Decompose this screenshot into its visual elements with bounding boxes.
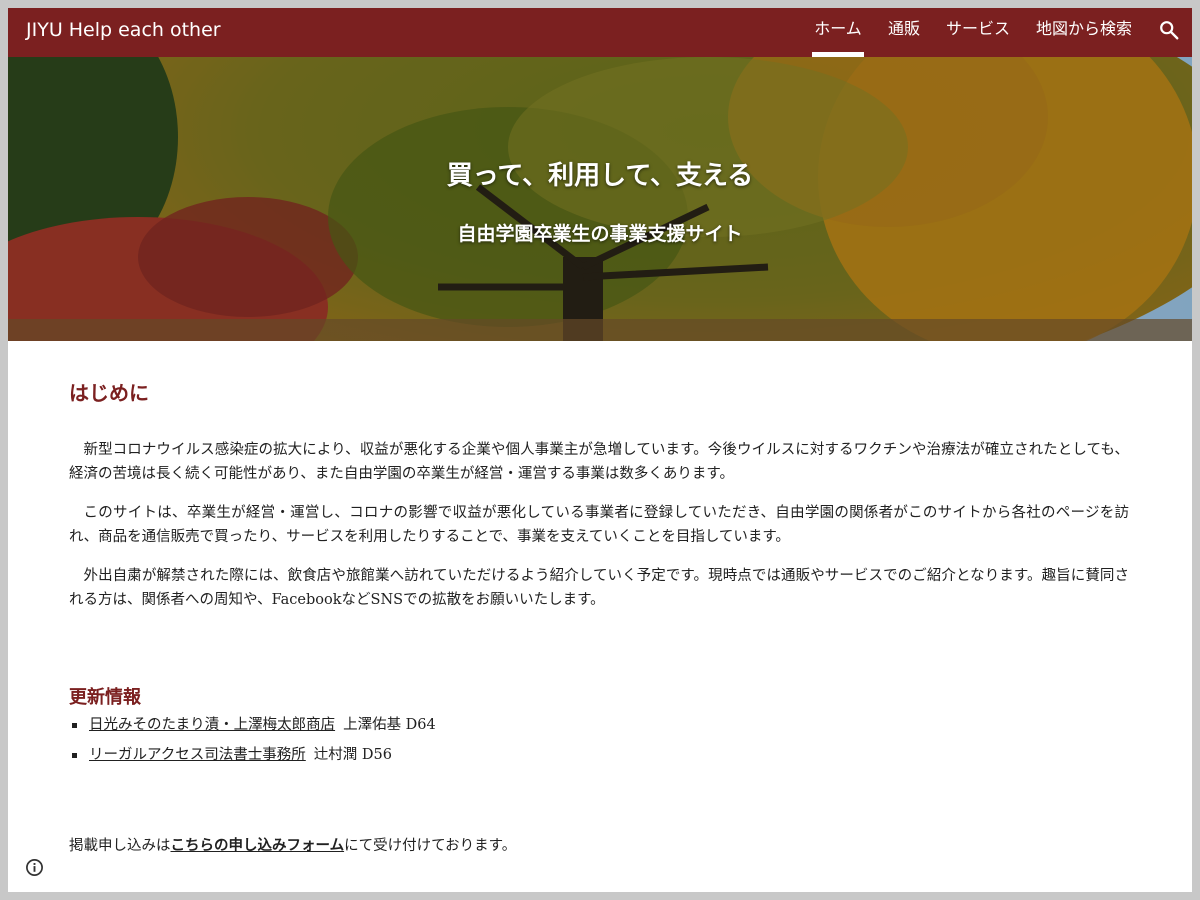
update-author: 上澤佑基 D64 bbox=[343, 717, 436, 733]
hero-title: 買って、利用して、支える bbox=[446, 161, 754, 191]
updates-list: 日光みそのたまり漬・上澤梅太郎商店 上澤佑基 D64 リーガルアクセス司法書士事務… bbox=[69, 713, 436, 773]
hero-subtitle: 自由学園卒業生の事業支援サイト bbox=[457, 223, 743, 245]
intro-paragraph-3: 外出自粛が解禁された際には、飲食店や旅館業へ訪れていただけるよう紹介していく予定… bbox=[69, 568, 1129, 608]
nav-item-home[interactable]: ホーム bbox=[812, 8, 864, 57]
apply-prefix: 掲載申し込みは bbox=[69, 838, 171, 854]
apply-note: 掲載申し込みはこちらの申し込みフォームにて受け付けております。 bbox=[69, 834, 516, 855]
hero-tree-image bbox=[8, 57, 1192, 341]
hero-banner: 買って、利用して、支える 自由学園卒業生の事業支援サイト bbox=[8, 57, 1192, 341]
site-title[interactable]: JIYU Help each other bbox=[26, 17, 221, 43]
search-icon[interactable] bbox=[1158, 19, 1180, 41]
intro-paragraph-1: 新型コロナウイルス感染症の拡大により、収益が悪化する企業や個人事業主が急増してい… bbox=[69, 442, 1129, 482]
list-item: リーガルアクセス司法書士事務所 辻村潤 D56 bbox=[69, 743, 436, 773]
bullet bbox=[72, 753, 77, 758]
intro-paragraph-2: このサイトは、卒業生が経営・運営し、コロナの影響で収益が悪化している事業者に登録… bbox=[69, 505, 1129, 545]
nav-item-services[interactable]: サービス bbox=[944, 8, 1012, 57]
list-item: 日光みそのたまり漬・上澤梅太郎商店 上澤佑基 D64 bbox=[69, 713, 436, 743]
page: JIYU Help each other ホーム 通販 サービス 地図から検索 bbox=[8, 8, 1192, 892]
info-icon[interactable] bbox=[25, 858, 44, 877]
nav-item-shop[interactable]: 通販 bbox=[886, 8, 922, 57]
apply-suffix: にて受け付けております。 bbox=[344, 838, 517, 854]
update-author: 辻村潤 D56 bbox=[313, 747, 392, 763]
site-header: JIYU Help each other ホーム 通販 サービス 地図から検索 bbox=[8, 8, 1192, 57]
update-link-uezawa[interactable]: 日光みそのたまり漬・上澤梅太郎商店 bbox=[89, 717, 335, 733]
apply-form-link[interactable]: こちらの申し込みフォーム bbox=[171, 838, 345, 854]
nav-item-map-search[interactable]: 地図から検索 bbox=[1034, 8, 1134, 57]
bullet bbox=[72, 723, 77, 728]
intro-heading: はじめに bbox=[69, 381, 149, 405]
update-link-legal-access[interactable]: リーガルアクセス司法書士事務所 bbox=[89, 747, 306, 763]
updates-heading: 更新情報 bbox=[69, 687, 141, 708]
